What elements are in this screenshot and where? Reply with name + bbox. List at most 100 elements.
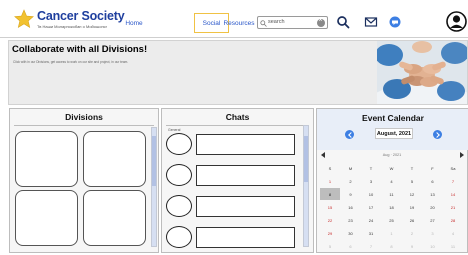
chat-row[interactable] — [166, 195, 301, 218]
divisions-scrollbar[interactable] — [151, 127, 157, 247]
calendar-header: Event Calendar August, 2021 — [317, 109, 468, 150]
calendar-day[interactable]: 19 — [402, 201, 422, 213]
calendar-day[interactable]: 13 — [423, 188, 443, 200]
calendar-day[interactable]: 1 — [320, 175, 340, 187]
calendar-day[interactable]: 5 — [402, 175, 422, 187]
weekday-header: T — [369, 165, 373, 171]
calendar-day[interactable]: 3 — [423, 227, 443, 239]
calendar-day[interactable]: 10 — [423, 240, 443, 252]
chat-channel-label: General — [168, 128, 181, 132]
brand-logo[interactable]: Cancer Society Тв Наши Моларпокобан о Мо… — [10, 7, 125, 33]
calendar-day[interactable]: 24 — [361, 214, 381, 226]
calendar-day[interactable]: 7 — [443, 175, 463, 187]
calendar-day[interactable]: 1 — [382, 227, 402, 239]
weekday-header: F — [431, 165, 434, 171]
calendar-day[interactable]: 27 — [423, 214, 443, 226]
chat-bubble-icon[interactable] — [388, 15, 402, 29]
banner-title: Collaborate with all Divisions! — [12, 44, 148, 55]
chat-row[interactable] — [166, 133, 301, 156]
calendar-day[interactable]: 9 — [341, 188, 361, 200]
calendar-day[interactable]: 17 — [361, 201, 381, 213]
chat-row[interactable] — [166, 226, 301, 249]
chat-message — [196, 134, 295, 155]
search-input[interactable]: search — [257, 16, 328, 29]
weekday-header: W — [389, 165, 394, 171]
calendar-day[interactable]: 4 — [382, 175, 402, 187]
calendar-sub-label: Aug · 2021 — [382, 153, 402, 157]
next-month-icon[interactable] — [433, 130, 442, 139]
chats-scrollbar[interactable] — [303, 125, 309, 247]
chat-message — [196, 165, 295, 186]
search-placeholder: search — [268, 19, 285, 25]
division-card[interactable] — [83, 190, 146, 246]
mail-icon[interactable] — [364, 15, 378, 29]
nav-tab-home[interactable]: Home — [112, 13, 156, 33]
chats-title: Chats — [225, 112, 250, 122]
calendar-day[interactable]: 8 — [382, 240, 402, 252]
calendar-day[interactable]: 20 — [423, 201, 443, 213]
calendar-day[interactable]: 2 — [341, 175, 361, 187]
weekday-header: S — [328, 165, 332, 171]
collaborate-banner: Collaborate with all Divisions! Сlick wi… — [8, 40, 468, 105]
chat-avatar — [166, 164, 192, 186]
calendar-day[interactable]: 23 — [341, 214, 361, 226]
scroll-thumb[interactable] — [152, 136, 156, 186]
division-card[interactable] — [15, 131, 78, 187]
calendar-day[interactable]: 9 — [402, 240, 422, 252]
calendar-day[interactable]: 11 — [382, 188, 402, 200]
weekday-header: M — [348, 165, 353, 171]
calendar-day[interactable]: 16 — [341, 201, 361, 213]
calendar-day[interactable]: 7 — [361, 240, 381, 252]
calendar-day[interactable]: 4 — [443, 227, 463, 239]
divider — [166, 125, 309, 126]
brand-tagline: Тв Наши Моларпокобан о Мойошонсг — [37, 24, 108, 29]
user-avatar-icon[interactable] — [446, 11, 467, 32]
division-card[interactable] — [83, 131, 146, 187]
calendar-day[interactable]: 21 — [443, 201, 463, 213]
calendar-day[interactable]: 29 — [320, 227, 340, 239]
calendar-day[interactable]: 8 — [320, 188, 340, 200]
team-hands-photo — [377, 41, 467, 104]
clear-search-icon[interactable] — [317, 17, 325, 27]
calendar-day[interactable]: 14 — [443, 188, 463, 200]
chevron-right-icon[interactable] — [460, 152, 464, 158]
calendar-day[interactable]: 6 — [423, 175, 443, 187]
scroll-thumb[interactable] — [304, 136, 308, 182]
calendar-day[interactable]: 3 — [361, 175, 381, 187]
calendar-day[interactable]: 30 — [341, 227, 361, 239]
calendar-day[interactable]: 28 — [443, 214, 463, 226]
calendar-day[interactable]: 25 — [382, 214, 402, 226]
chat-avatar — [166, 195, 192, 217]
divider — [14, 125, 154, 126]
search-icon[interactable] — [336, 15, 350, 29]
calendar-day[interactable]: 26 — [402, 214, 422, 226]
calendar-day[interactable]: 6 — [341, 240, 361, 252]
nav-tab-resources[interactable]: Resources — [220, 13, 258, 33]
search-field-icon — [260, 20, 267, 27]
weekday-header: Sa — [450, 165, 456, 171]
calendar-day[interactable]: 12 — [402, 188, 422, 200]
chat-message — [196, 196, 295, 217]
calendar-day[interactable]: 22 — [320, 214, 340, 226]
calendar-day[interactable]: 31 — [361, 227, 381, 239]
divisions-panel: Divisions — [9, 108, 159, 253]
chat-row[interactable] — [166, 164, 301, 187]
calendar-day[interactable]: 5 — [320, 240, 340, 252]
calendar-day[interactable]: 10 — [361, 188, 381, 200]
event-calendar-panel: Event Calendar August, 2021 Aug · 2021 S… — [316, 108, 468, 253]
banner-description: Сlick with in our Divisions, get access … — [13, 60, 129, 64]
chats-panel: Chats General — [161, 108, 314, 253]
calendar-day[interactable]: 18 — [382, 201, 402, 213]
calendar-day[interactable]: 11 — [443, 240, 463, 252]
division-card[interactable] — [15, 190, 78, 246]
calendar-day[interactable]: 2 — [402, 227, 422, 239]
previous-month-icon[interactable] — [345, 130, 354, 139]
star-logo-icon — [14, 9, 34, 29]
chat-message — [196, 227, 295, 248]
month-label[interactable]: August, 2021 — [375, 128, 413, 139]
calendar-title: Event Calendar — [362, 113, 424, 123]
divisions-title: Divisions — [65, 112, 103, 122]
weekday-header: T — [410, 165, 414, 171]
calendar-day[interactable]: 15 — [320, 201, 340, 213]
chat-avatar — [166, 133, 192, 155]
